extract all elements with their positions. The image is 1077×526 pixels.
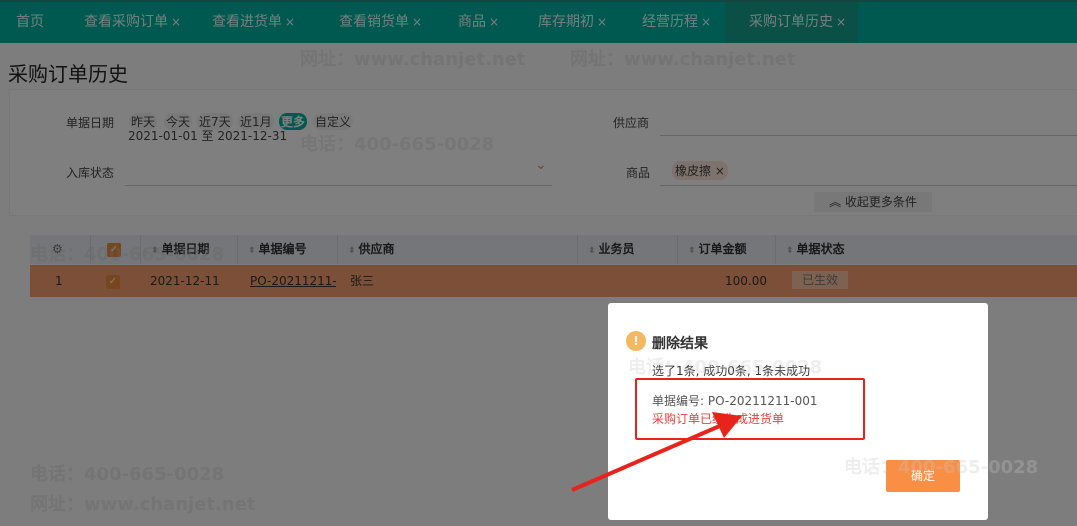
- annotation-arrow: [571, 412, 742, 492]
